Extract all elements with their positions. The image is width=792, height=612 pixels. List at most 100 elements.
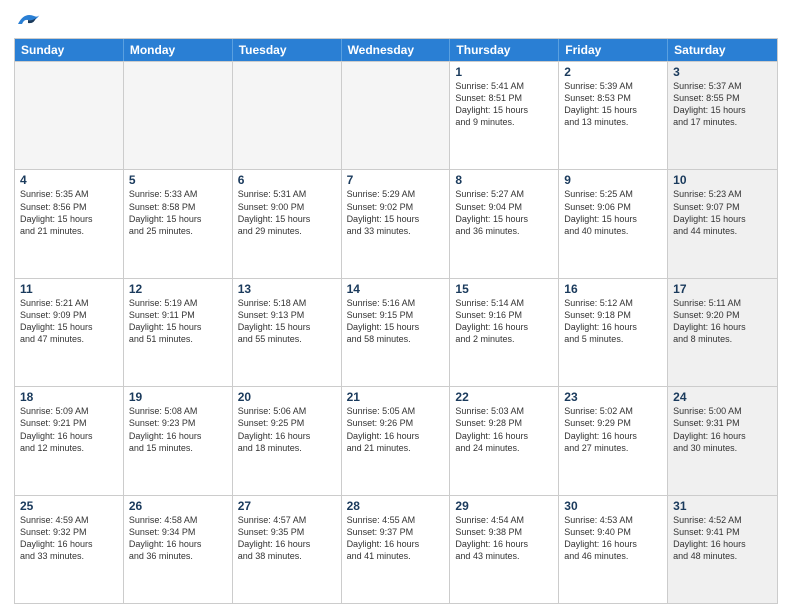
calendar-row: 4Sunrise: 5:35 AM Sunset: 8:56 PM Daylig… bbox=[15, 169, 777, 277]
day-number: 9 bbox=[564, 173, 662, 187]
calendar-cell: 28Sunrise: 4:55 AM Sunset: 9:37 PM Dayli… bbox=[342, 496, 451, 603]
header-day: Thursday bbox=[450, 39, 559, 61]
header-day: Sunday bbox=[15, 39, 124, 61]
cell-info: Sunrise: 4:58 AM Sunset: 9:34 PM Dayligh… bbox=[129, 514, 227, 563]
calendar-cell: 21Sunrise: 5:05 AM Sunset: 9:26 PM Dayli… bbox=[342, 387, 451, 494]
calendar-cell: 15Sunrise: 5:14 AM Sunset: 9:16 PM Dayli… bbox=[450, 279, 559, 386]
cell-info: Sunrise: 5:03 AM Sunset: 9:28 PM Dayligh… bbox=[455, 405, 553, 454]
calendar-row: 11Sunrise: 5:21 AM Sunset: 9:09 PM Dayli… bbox=[15, 278, 777, 386]
cell-info: Sunrise: 5:05 AM Sunset: 9:26 PM Dayligh… bbox=[347, 405, 445, 454]
calendar-cell: 19Sunrise: 5:08 AM Sunset: 9:23 PM Dayli… bbox=[124, 387, 233, 494]
cell-info: Sunrise: 5:18 AM Sunset: 9:13 PM Dayligh… bbox=[238, 297, 336, 346]
calendar-cell: 26Sunrise: 4:58 AM Sunset: 9:34 PM Dayli… bbox=[124, 496, 233, 603]
day-number: 1 bbox=[455, 65, 553, 79]
cell-info: Sunrise: 5:12 AM Sunset: 9:18 PM Dayligh… bbox=[564, 297, 662, 346]
calendar-cell: 20Sunrise: 5:06 AM Sunset: 9:25 PM Dayli… bbox=[233, 387, 342, 494]
calendar-cell: 18Sunrise: 5:09 AM Sunset: 9:21 PM Dayli… bbox=[15, 387, 124, 494]
cell-info: Sunrise: 5:21 AM Sunset: 9:09 PM Dayligh… bbox=[20, 297, 118, 346]
day-number: 28 bbox=[347, 499, 445, 513]
cell-info: Sunrise: 5:00 AM Sunset: 9:31 PM Dayligh… bbox=[673, 405, 772, 454]
cell-info: Sunrise: 5:37 AM Sunset: 8:55 PM Dayligh… bbox=[673, 80, 772, 129]
calendar-row: 25Sunrise: 4:59 AM Sunset: 9:32 PM Dayli… bbox=[15, 495, 777, 603]
calendar-cell: 3Sunrise: 5:37 AM Sunset: 8:55 PM Daylig… bbox=[668, 62, 777, 169]
day-number: 27 bbox=[238, 499, 336, 513]
header bbox=[14, 10, 778, 32]
calendar-cell: 8Sunrise: 5:27 AM Sunset: 9:04 PM Daylig… bbox=[450, 170, 559, 277]
day-number: 2 bbox=[564, 65, 662, 79]
calendar-cell: 23Sunrise: 5:02 AM Sunset: 9:29 PM Dayli… bbox=[559, 387, 668, 494]
header-day: Tuesday bbox=[233, 39, 342, 61]
day-number: 17 bbox=[673, 282, 772, 296]
day-number: 14 bbox=[347, 282, 445, 296]
day-number: 4 bbox=[20, 173, 118, 187]
cell-info: Sunrise: 5:23 AM Sunset: 9:07 PM Dayligh… bbox=[673, 188, 772, 237]
cell-info: Sunrise: 5:19 AM Sunset: 9:11 PM Dayligh… bbox=[129, 297, 227, 346]
day-number: 31 bbox=[673, 499, 772, 513]
cell-info: Sunrise: 4:55 AM Sunset: 9:37 PM Dayligh… bbox=[347, 514, 445, 563]
day-number: 24 bbox=[673, 390, 772, 404]
calendar-cell: 10Sunrise: 5:23 AM Sunset: 9:07 PM Dayli… bbox=[668, 170, 777, 277]
header-day: Saturday bbox=[668, 39, 777, 61]
calendar-row: 18Sunrise: 5:09 AM Sunset: 9:21 PM Dayli… bbox=[15, 386, 777, 494]
calendar-cell: 27Sunrise: 4:57 AM Sunset: 9:35 PM Dayli… bbox=[233, 496, 342, 603]
calendar-cell: 5Sunrise: 5:33 AM Sunset: 8:58 PM Daylig… bbox=[124, 170, 233, 277]
cell-info: Sunrise: 5:02 AM Sunset: 9:29 PM Dayligh… bbox=[564, 405, 662, 454]
cell-info: Sunrise: 5:16 AM Sunset: 9:15 PM Dayligh… bbox=[347, 297, 445, 346]
calendar-cell: 25Sunrise: 4:59 AM Sunset: 9:32 PM Dayli… bbox=[15, 496, 124, 603]
day-number: 21 bbox=[347, 390, 445, 404]
calendar-cell: 1Sunrise: 5:41 AM Sunset: 8:51 PM Daylig… bbox=[450, 62, 559, 169]
day-number: 23 bbox=[564, 390, 662, 404]
cell-info: Sunrise: 4:59 AM Sunset: 9:32 PM Dayligh… bbox=[20, 514, 118, 563]
day-number: 19 bbox=[129, 390, 227, 404]
calendar-row: 1Sunrise: 5:41 AM Sunset: 8:51 PM Daylig… bbox=[15, 61, 777, 169]
day-number: 15 bbox=[455, 282, 553, 296]
day-number: 8 bbox=[455, 173, 553, 187]
calendar-cell: 6Sunrise: 5:31 AM Sunset: 9:00 PM Daylig… bbox=[233, 170, 342, 277]
cell-info: Sunrise: 5:27 AM Sunset: 9:04 PM Dayligh… bbox=[455, 188, 553, 237]
cell-info: Sunrise: 5:06 AM Sunset: 9:25 PM Dayligh… bbox=[238, 405, 336, 454]
day-number: 13 bbox=[238, 282, 336, 296]
cell-info: Sunrise: 4:54 AM Sunset: 9:38 PM Dayligh… bbox=[455, 514, 553, 563]
cell-info: Sunrise: 4:52 AM Sunset: 9:41 PM Dayligh… bbox=[673, 514, 772, 563]
calendar-cell bbox=[15, 62, 124, 169]
day-number: 26 bbox=[129, 499, 227, 513]
calendar-cell bbox=[342, 62, 451, 169]
day-number: 6 bbox=[238, 173, 336, 187]
day-number: 20 bbox=[238, 390, 336, 404]
logo-icon bbox=[14, 10, 42, 32]
cell-info: Sunrise: 5:31 AM Sunset: 9:00 PM Dayligh… bbox=[238, 188, 336, 237]
cell-info: Sunrise: 5:09 AM Sunset: 9:21 PM Dayligh… bbox=[20, 405, 118, 454]
calendar-cell: 30Sunrise: 4:53 AM Sunset: 9:40 PM Dayli… bbox=[559, 496, 668, 603]
day-number: 18 bbox=[20, 390, 118, 404]
cell-info: Sunrise: 4:53 AM Sunset: 9:40 PM Dayligh… bbox=[564, 514, 662, 563]
day-number: 30 bbox=[564, 499, 662, 513]
calendar-cell: 2Sunrise: 5:39 AM Sunset: 8:53 PM Daylig… bbox=[559, 62, 668, 169]
cell-info: Sunrise: 5:35 AM Sunset: 8:56 PM Dayligh… bbox=[20, 188, 118, 237]
day-number: 7 bbox=[347, 173, 445, 187]
day-number: 22 bbox=[455, 390, 553, 404]
calendar-cell: 12Sunrise: 5:19 AM Sunset: 9:11 PM Dayli… bbox=[124, 279, 233, 386]
header-day: Wednesday bbox=[342, 39, 451, 61]
cell-info: Sunrise: 5:25 AM Sunset: 9:06 PM Dayligh… bbox=[564, 188, 662, 237]
calendar-cell: 31Sunrise: 4:52 AM Sunset: 9:41 PM Dayli… bbox=[668, 496, 777, 603]
calendar-cell: 7Sunrise: 5:29 AM Sunset: 9:02 PM Daylig… bbox=[342, 170, 451, 277]
day-number: 11 bbox=[20, 282, 118, 296]
day-number: 12 bbox=[129, 282, 227, 296]
day-number: 3 bbox=[673, 65, 772, 79]
header-day: Friday bbox=[559, 39, 668, 61]
day-number: 29 bbox=[455, 499, 553, 513]
calendar-cell bbox=[124, 62, 233, 169]
calendar-cell: 17Sunrise: 5:11 AM Sunset: 9:20 PM Dayli… bbox=[668, 279, 777, 386]
cell-info: Sunrise: 4:57 AM Sunset: 9:35 PM Dayligh… bbox=[238, 514, 336, 563]
calendar-cell: 22Sunrise: 5:03 AM Sunset: 9:28 PM Dayli… bbox=[450, 387, 559, 494]
cell-info: Sunrise: 5:11 AM Sunset: 9:20 PM Dayligh… bbox=[673, 297, 772, 346]
cell-info: Sunrise: 5:39 AM Sunset: 8:53 PM Dayligh… bbox=[564, 80, 662, 129]
day-number: 25 bbox=[20, 499, 118, 513]
day-number: 5 bbox=[129, 173, 227, 187]
cell-info: Sunrise: 5:08 AM Sunset: 9:23 PM Dayligh… bbox=[129, 405, 227, 454]
calendar-cell: 4Sunrise: 5:35 AM Sunset: 8:56 PM Daylig… bbox=[15, 170, 124, 277]
calendar-header: SundayMondayTuesdayWednesdayThursdayFrid… bbox=[15, 39, 777, 61]
calendar-cell bbox=[233, 62, 342, 169]
page: SundayMondayTuesdayWednesdayThursdayFrid… bbox=[0, 0, 792, 612]
cell-info: Sunrise: 5:14 AM Sunset: 9:16 PM Dayligh… bbox=[455, 297, 553, 346]
